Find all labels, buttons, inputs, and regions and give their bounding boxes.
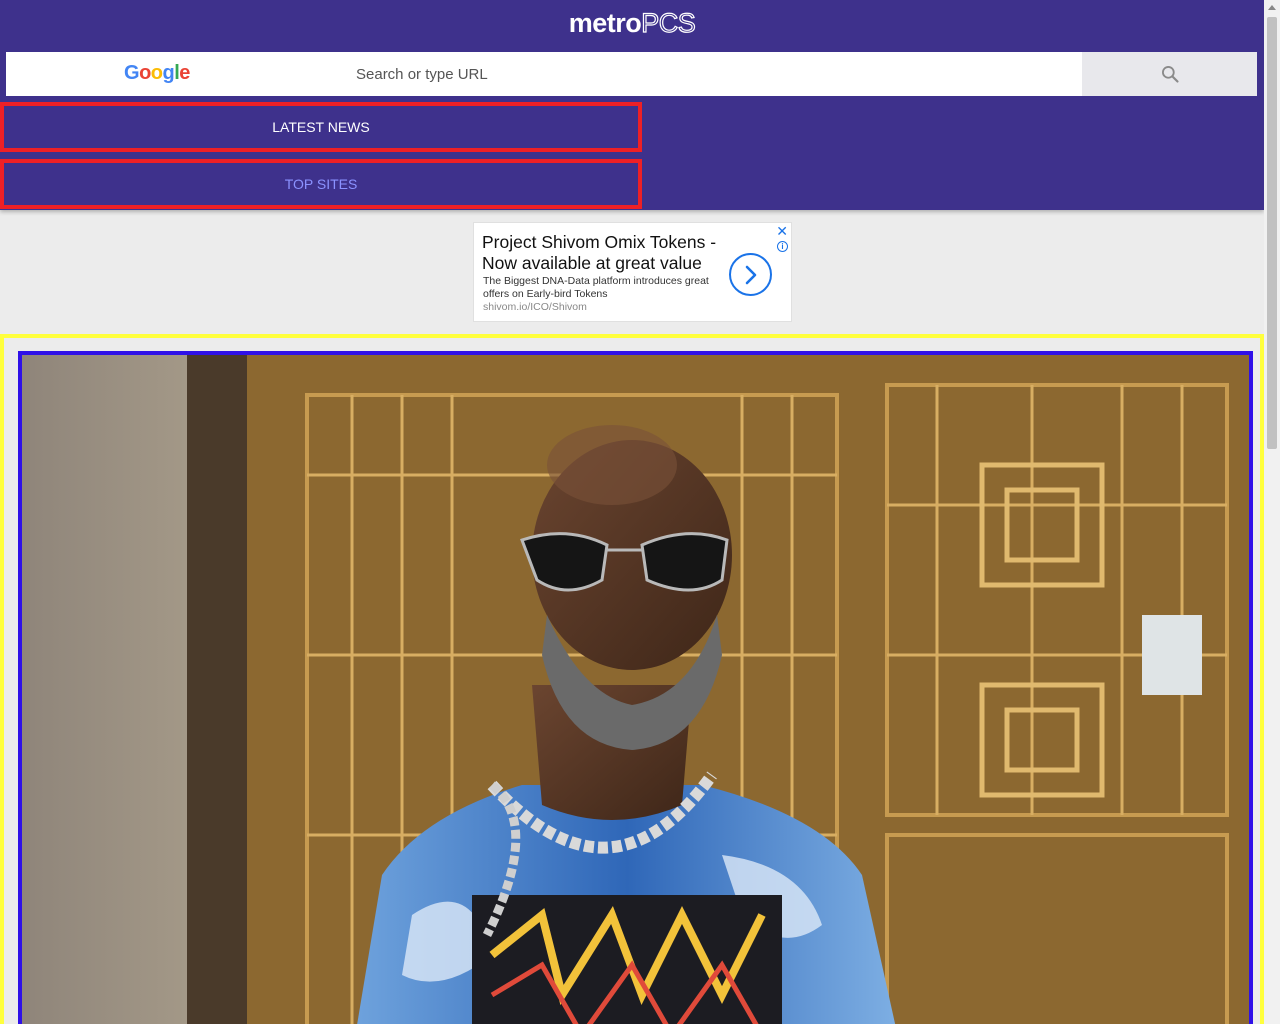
logo-bold-part: metro: [568, 8, 642, 38]
scrollbar-thumb[interactable]: [1267, 17, 1277, 449]
search-input[interactable]: [346, 52, 1076, 96]
google-logo: Google: [124, 62, 190, 84]
search-bar: Google: [6, 52, 1257, 96]
ad-banner[interactable]: Project Shivom Omix Tokens - Now availab…: [473, 222, 792, 322]
ad-description: The Biggest DNA-Data platform introduces…: [483, 275, 709, 300]
news-card[interactable]: [0, 334, 1264, 1024]
ad-info-icon[interactable]: i: [777, 241, 788, 252]
news-photo: [22, 355, 1249, 1024]
ad-open-button[interactable]: [729, 253, 772, 296]
tab-latest-news[interactable]: LATEST NEWS: [0, 102, 642, 152]
scrollbar[interactable]: [1264, 0, 1280, 1024]
metropcs-logo[interactable]: metroPCS: [0, 7, 1264, 39]
search-icon: [1161, 66, 1179, 83]
news-card-image[interactable]: [18, 351, 1253, 1024]
ad-url[interactable]: shivom.io/ICO/Shivom: [483, 301, 587, 313]
tab-top-sites[interactable]: TOP SITES: [0, 159, 642, 209]
ad-title[interactable]: Project Shivom Omix Tokens - Now availab…: [482, 232, 727, 274]
ad-close-icon[interactable]: ✕: [776, 224, 788, 238]
header-bar: metroPCS Google LATEST NEWS TOP SITES: [0, 0, 1264, 210]
logo-thin-part: PCS: [641, 7, 697, 38]
chevron-right-icon: [745, 265, 756, 284]
scroll-up-arrow-icon[interactable]: [1268, 5, 1276, 10]
search-button[interactable]: [1082, 52, 1257, 96]
